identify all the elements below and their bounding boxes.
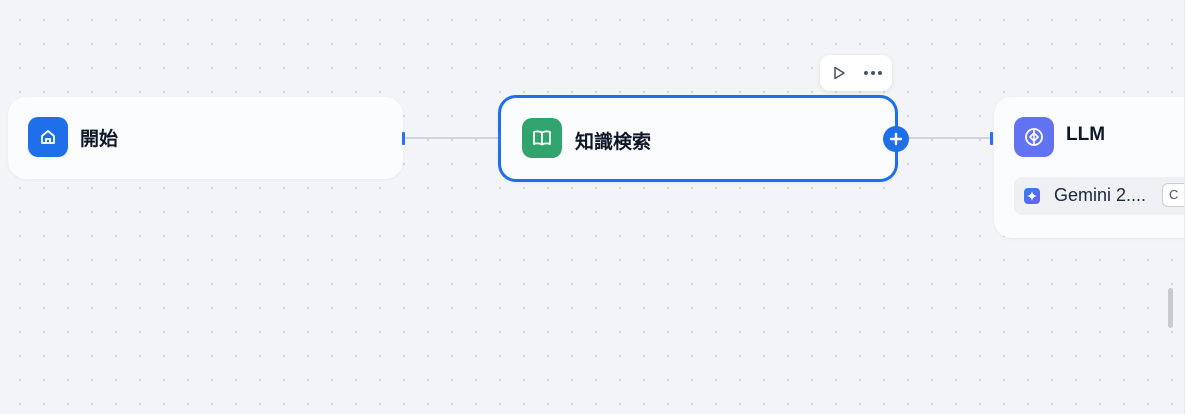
book-open-icon: [522, 118, 562, 158]
run-node-button[interactable]: [828, 62, 850, 84]
edge-knowledge-llm: [896, 137, 992, 139]
brain-icon: [1014, 117, 1054, 157]
play-icon: [834, 66, 845, 80]
edge-start-knowledge: [405, 137, 501, 139]
node-toolbar: [820, 55, 892, 91]
node-start-title: 開始: [80, 129, 119, 150]
node-knowledge-title: 知識検索: [575, 132, 652, 153]
model-name: Gemini 2....: [1054, 185, 1147, 205]
node-start[interactable]: 開始: [8, 97, 403, 179]
node-llm[interactable]: LLM Gemini 2.... C: [994, 97, 1200, 238]
node-knowledge-retrieval[interactable]: 知識検索: [498, 95, 898, 182]
more-options-button[interactable]: [862, 62, 884, 84]
add-node-button[interactable]: [883, 126, 909, 152]
gemini-model-icon: [1024, 188, 1040, 204]
home-icon: [28, 117, 68, 157]
knowledge-input-handle[interactable]: [498, 132, 501, 145]
plus-icon: [889, 132, 903, 146]
model-selector[interactable]: Gemini 2.... C: [1014, 177, 1200, 215]
vertical-scrollbar[interactable]: [1168, 288, 1173, 328]
node-llm-title: LLM: [1066, 124, 1106, 145]
workflow-canvas[interactable]: 開始 知識検索 LLM Gemini 2.... C: [0, 0, 1200, 414]
start-output-handle[interactable]: [402, 132, 405, 145]
llm-input-handle[interactable]: [990, 132, 993, 145]
more-horizontal-icon: [864, 71, 882, 75]
right-panel-edge: [1184, 0, 1200, 414]
